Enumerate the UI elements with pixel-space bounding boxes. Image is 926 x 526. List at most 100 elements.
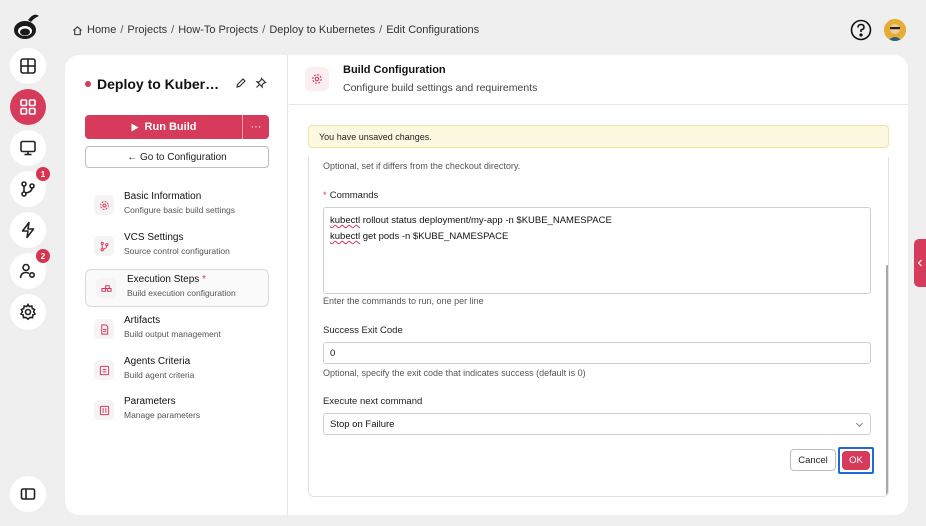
execute-next-label: Execute next command bbox=[323, 396, 423, 407]
breadcrumb-how-to-projects[interactable]: How-To Projects bbox=[178, 24, 258, 36]
sidebar-item-description: Configure basic build settings bbox=[124, 205, 236, 215]
unsaved-changes-alert: You have unsaved changes. bbox=[308, 125, 889, 148]
agents-nav-button[interactable] bbox=[10, 130, 46, 166]
app-logo-icon[interactable] bbox=[10, 10, 42, 42]
divider bbox=[289, 104, 908, 105]
step-form: Optional, set if differs from the checko… bbox=[308, 157, 889, 497]
settings-nav-button[interactable] bbox=[10, 294, 46, 330]
sidebar-item-execution-steps[interactable]: Execution Steps * Build execution config… bbox=[85, 269, 269, 307]
sidebar-item-agents-criteria[interactable]: Agents Criteria Build agent criteria bbox=[85, 352, 269, 390]
sidebar-item-label: Parameters bbox=[124, 396, 176, 407]
app-rail: 1 2 bbox=[0, 0, 56, 526]
exit-code-label: Success Exit Code bbox=[323, 325, 403, 336]
sidebar-item-description: Build execution configuration bbox=[127, 288, 236, 298]
user-settings-icon bbox=[19, 263, 36, 279]
breadcrumb-edit-configurations: Edit Configurations bbox=[386, 24, 480, 36]
breadcrumb-deploy-to-kubernetes[interactable]: Deploy to Kubernetes bbox=[269, 24, 375, 36]
breadcrumb-separator: / bbox=[120, 24, 124, 36]
sliders-icon bbox=[94, 400, 114, 420]
avatar[interactable] bbox=[884, 19, 906, 41]
pencil-icon[interactable] bbox=[235, 77, 247, 89]
agent-icon bbox=[94, 360, 114, 380]
run-build-button-group: Run Build ··· bbox=[85, 115, 269, 139]
run-build-button[interactable]: Run Build bbox=[85, 115, 243, 139]
command-word: kubectl bbox=[330, 231, 361, 242]
required-marker: * bbox=[323, 190, 327, 201]
execute-next-value: Stop on Failure bbox=[330, 418, 395, 430]
users-badge: 2 bbox=[36, 249, 50, 263]
command-line: kubectl get pods -n $KUBE_NAMESPACE bbox=[330, 229, 864, 245]
command-word: kubectl bbox=[330, 215, 361, 226]
commands-label: * Commands bbox=[323, 190, 378, 201]
sidebar-item-label: VCS Settings bbox=[124, 232, 184, 243]
configuration-sidebar: Deploy to Kubernetes Run Build ··· ← Go … bbox=[65, 55, 288, 515]
breadcrumb: Home / Projects / How-To Projects / Depl… bbox=[72, 24, 479, 36]
sidebar-item-label: Basic Information bbox=[124, 191, 202, 202]
exit-code-hint: Optional, specify the exit code that ind… bbox=[323, 368, 586, 378]
git-branch-icon bbox=[21, 181, 35, 197]
gear-icon bbox=[19, 303, 37, 321]
breadcrumb-home[interactable]: Home bbox=[87, 24, 116, 36]
project-title: Deploy to Kubernetes bbox=[97, 76, 225, 92]
build-config-icon bbox=[305, 67, 329, 91]
gear-icon bbox=[94, 195, 114, 215]
panel-title: Build Configuration bbox=[343, 64, 446, 76]
cancel-button[interactable]: Cancel bbox=[790, 449, 836, 471]
breadcrumb-separator: / bbox=[262, 24, 266, 36]
grid-icon bbox=[20, 99, 36, 115]
run-build-label: Run Build bbox=[144, 121, 197, 133]
vcs-nav-button[interactable]: 1 bbox=[10, 167, 50, 207]
exit-code-input[interactable]: 0 bbox=[323, 342, 871, 364]
execute-next-select[interactable]: Stop on Failure bbox=[323, 413, 871, 435]
sidebar-item-label: Agents Criteria bbox=[124, 356, 191, 367]
pin-icon[interactable] bbox=[255, 77, 267, 89]
command-text: get pods -n $KUBE_NAMESPACE bbox=[360, 231, 509, 242]
sidebar-item-description: Build agent criteria bbox=[124, 370, 195, 380]
collapse-sidebar-button[interactable] bbox=[10, 476, 46, 512]
run-options-button[interactable]: ··· bbox=[243, 115, 269, 139]
chevron-down-icon bbox=[855, 422, 864, 428]
sidebar-item-description: Source control configuration bbox=[124, 246, 230, 256]
sidebar-item-vcs-settings[interactable]: VCS Settings Source control configuratio… bbox=[85, 228, 269, 266]
projects-nav-button[interactable] bbox=[10, 89, 46, 125]
dashboard-nav-button[interactable] bbox=[10, 48, 46, 84]
panel-subtitle: Configure build settings and requirement… bbox=[343, 82, 538, 94]
sidebar-item-parameters[interactable]: Parameters Manage parameters bbox=[85, 392, 269, 430]
help-icon[interactable] bbox=[850, 19, 872, 41]
sidebar-item-description: Build output management bbox=[124, 329, 221, 339]
git-badge: 1 bbox=[36, 167, 50, 181]
breadcrumb-separator: / bbox=[171, 24, 175, 36]
layout-icon bbox=[20, 58, 36, 74]
command-text: rollout status deployment/my-app -n $KUB… bbox=[360, 215, 612, 226]
sidebar-item-artifacts[interactable]: Artifacts Build output management bbox=[85, 311, 269, 349]
breadcrumb-projects[interactable]: Projects bbox=[127, 24, 167, 36]
sidebar-item-label: Artifacts bbox=[124, 315, 161, 326]
expand-panel-tab[interactable] bbox=[914, 239, 926, 287]
scrollbar[interactable] bbox=[886, 265, 888, 496]
sidebar-item-label: Execution Steps * bbox=[127, 274, 206, 285]
commands-label-text: Commands bbox=[329, 190, 379, 201]
commands-hint: Enter the commands to run, one per line bbox=[323, 296, 484, 306]
commands-textarea[interactable]: kubectl rollout status deployment/my-app… bbox=[323, 207, 871, 294]
status-dot bbox=[85, 81, 91, 87]
triggers-nav-button[interactable] bbox=[10, 212, 46, 248]
play-icon bbox=[131, 123, 139, 131]
main-card: Deploy to Kubernetes Run Build ··· ← Go … bbox=[65, 55, 908, 515]
ok-button[interactable]: OK bbox=[842, 451, 870, 470]
lightning-icon bbox=[21, 221, 35, 239]
breadcrumb-separator: / bbox=[379, 24, 383, 36]
monitor-icon bbox=[20, 140, 36, 156]
go-to-configuration-button[interactable]: ← Go to Configuration bbox=[85, 146, 269, 168]
sidebar-item-basic-information[interactable]: Basic Information Configure basic build … bbox=[85, 187, 269, 225]
file-icon bbox=[94, 319, 114, 339]
working-directory-hint: Optional, set if differs from the checko… bbox=[323, 161, 521, 171]
command-line: kubectl rollout status deployment/my-app… bbox=[330, 213, 864, 229]
home-icon[interactable] bbox=[72, 25, 83, 36]
required-marker: * bbox=[202, 274, 206, 285]
steps-icon bbox=[96, 278, 116, 298]
sidebar-item-label-text: Execution Steps bbox=[127, 274, 200, 285]
users-nav-button[interactable]: 2 bbox=[10, 249, 50, 289]
chevron-left-icon bbox=[917, 259, 922, 267]
sidebar-item-description: Manage parameters bbox=[124, 410, 201, 420]
git-branch-icon bbox=[94, 236, 114, 256]
